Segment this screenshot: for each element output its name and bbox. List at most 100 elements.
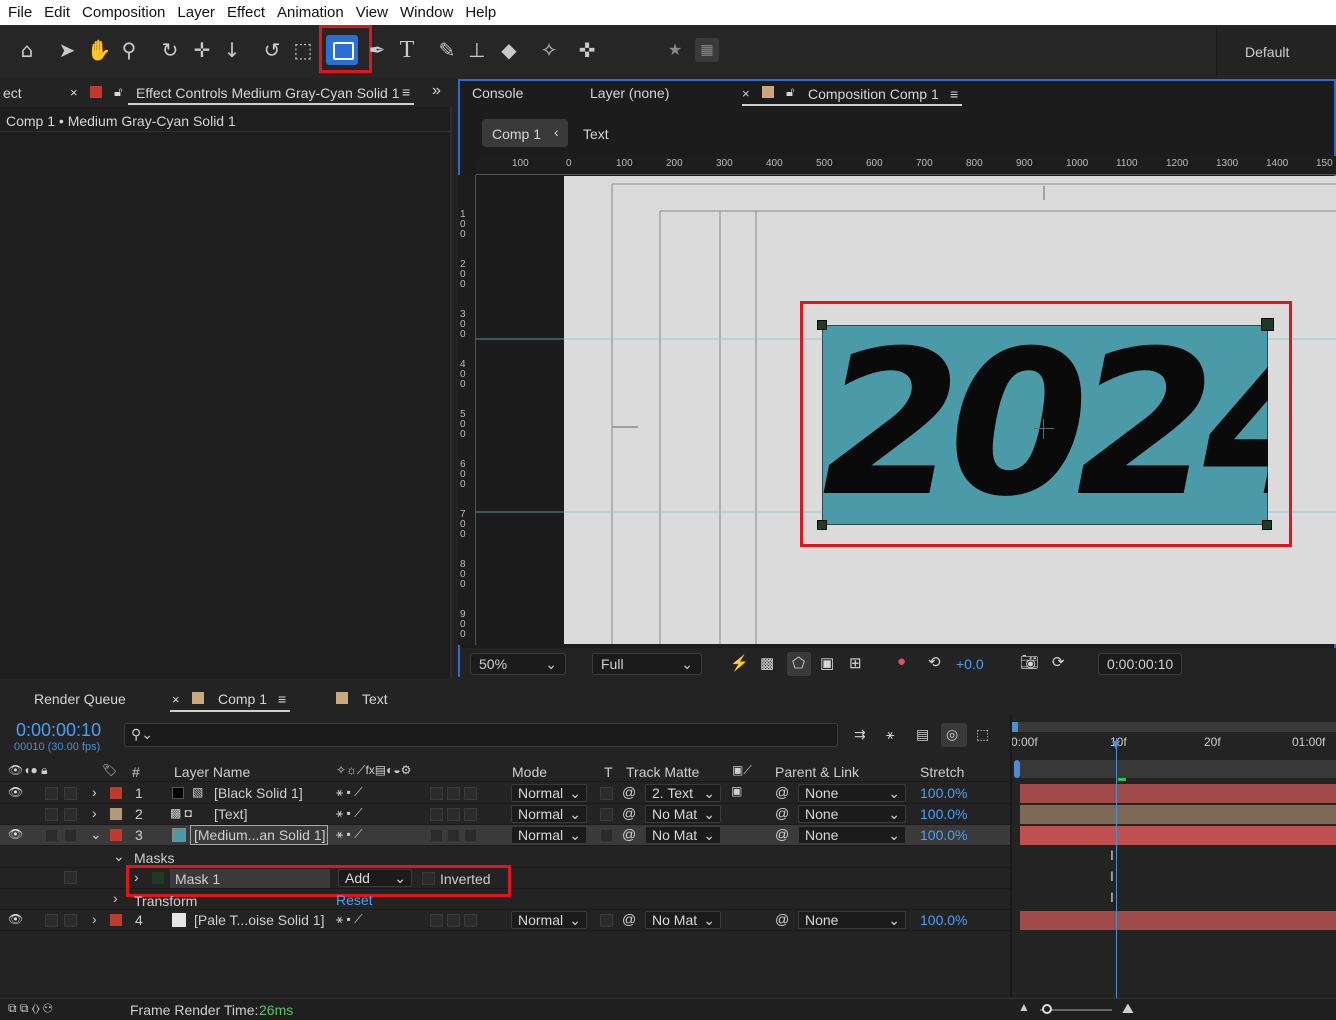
lock-toggle[interactable] <box>64 787 77 800</box>
switch-box[interactable] <box>430 787 443 800</box>
zoom-dropdown[interactable]: 50% ⌄ <box>470 653 566 675</box>
close-icon[interactable]: × <box>70 85 78 100</box>
resolution-dropdown[interactable]: Full ⌄ <box>592 653 702 675</box>
pickwhip-icon[interactable]: @ <box>622 805 636 821</box>
workspace-default[interactable]: Default <box>1245 44 1289 60</box>
menu-layer[interactable]: Layer <box>171 4 221 21</box>
eye-icon[interactable]: 👁︎ <box>8 785 23 799</box>
time-navigator[interactable] <box>1020 760 1336 778</box>
close-icon[interactable]: × <box>172 692 180 707</box>
menu-file[interactable]: File <box>2 4 38 21</box>
parent-dropdown[interactable]: None ⌄ <box>798 784 906 802</box>
expand-panels-icon[interactable]: » <box>432 82 441 100</box>
shy-layers-icon[interactable]: ⚹ <box>886 726 894 743</box>
parent-dropdown[interactable]: None ⌄ <box>798 911 906 929</box>
breadcrumb-text[interactable]: Text <box>583 126 609 142</box>
color-management-icon[interactable]: ⟲ <box>928 653 941 671</box>
layer-label-color[interactable] <box>110 829 122 841</box>
mode-dropdown[interactable]: Normal ⌄ <box>511 784 587 802</box>
lock-toggle[interactable] <box>64 808 77 821</box>
switch-box[interactable] <box>430 808 443 821</box>
lock-toggle[interactable] <box>64 829 77 842</box>
current-time[interactable]: 0:00:00:10 <box>16 720 101 741</box>
transparency-grid-icon[interactable]: ▩ <box>760 654 774 672</box>
chevron-left-icon[interactable]: ‹ <box>554 124 559 140</box>
pen-icon[interactable]: ✒ <box>364 36 390 64</box>
selection-arrow-icon[interactable]: ➤ <box>54 36 80 64</box>
snapshot-icon[interactable]: 📷︎ <box>1020 653 1039 671</box>
mode-dropdown[interactable]: Normal ⌄ <box>511 911 587 929</box>
layer-duration-bar[interactable] <box>1020 805 1336 824</box>
puppet-pin-icon[interactable]: ✜ <box>574 36 600 64</box>
hand-icon[interactable]: ✋ <box>86 36 112 64</box>
preserve-transparency-toggle[interactable] <box>600 787 613 800</box>
track-matte-dropdown[interactable]: 2. Text ⌄ <box>645 784 721 802</box>
switch-box[interactable] <box>447 787 460 800</box>
panel-menu-icon[interactable]: ≡ <box>278 691 286 707</box>
menu-edit[interactable]: Edit <box>38 4 76 21</box>
composition-mini-flowchart-icon[interactable]: ⇉ <box>854 726 866 743</box>
playhead-icon[interactable]: ▼ <box>1109 736 1123 752</box>
project-tab-partial[interactable]: ect <box>3 85 22 101</box>
clone-stamp-icon[interactable]: ⊥ <box>464 36 490 64</box>
zoom-out-icon[interactable]: ▲ <box>1018 1000 1030 1014</box>
snapping-icon[interactable]: ▦ <box>695 38 719 62</box>
tab-text[interactable]: Text <box>362 691 388 707</box>
menu-effect[interactable]: Effect <box>221 4 271 21</box>
graph-editor-icon[interactable]: ⬚ <box>976 726 989 743</box>
eye-toggle-off[interactable] <box>8 808 21 821</box>
switch-box[interactable] <box>447 914 460 927</box>
work-area-bar[interactable] <box>1012 722 1336 732</box>
shy-switch-icon[interactable]: ⚹ ▪ ⟋ <box>336 827 363 842</box>
lock-toggle[interactable] <box>64 914 77 927</box>
exposure-value[interactable]: +0.0 <box>956 656 984 672</box>
pickwhip-icon[interactable]: @ <box>622 911 636 927</box>
solo-toggle[interactable] <box>45 808 58 821</box>
track-matte-dropdown[interactable]: No Mat ⌄ <box>645 826 721 844</box>
chevron-right-icon[interactable]: › <box>92 911 97 927</box>
pan-camera-icon[interactable]: ✛ <box>189 36 215 64</box>
col-mode[interactable]: Mode <box>512 764 547 780</box>
close-icon[interactable]: × <box>742 86 750 101</box>
mode-dropdown[interactable]: Normal ⌄ <box>511 826 587 844</box>
switch-box[interactable] <box>447 829 460 842</box>
tab-render-queue[interactable]: Render Queue <box>34 691 126 707</box>
menu-composition[interactable]: Composition <box>76 4 171 21</box>
brush-icon[interactable]: ✎ <box>434 36 460 64</box>
switch-box[interactable] <box>464 808 477 821</box>
orbit-camera-icon[interactable]: ↻ <box>157 36 183 64</box>
chevron-down-icon[interactable]: ⌄ <box>90 826 102 843</box>
tab-console[interactable]: Console <box>472 85 523 101</box>
layer-name[interactable]: [Text] <box>214 806 247 822</box>
chevron-right-icon[interactable]: › <box>92 805 97 821</box>
eye-icon[interactable]: 👁︎ <box>8 912 23 926</box>
lock-toggle[interactable] <box>64 871 77 884</box>
col-stretch[interactable]: Stretch <box>920 764 964 780</box>
home-icon[interactable]: ⌂ <box>14 36 40 64</box>
type-icon[interactable]: T <box>394 36 420 64</box>
pickwhip-icon[interactable]: @ <box>622 826 636 842</box>
col-number[interactable]: # <box>132 764 140 780</box>
layer-label-color[interactable] <box>110 787 122 799</box>
stretch-value[interactable]: 100.0% <box>920 827 967 843</box>
work-area-start[interactable] <box>1012 722 1018 732</box>
switch-box[interactable] <box>464 829 477 842</box>
zoom-slider-handle[interactable] <box>1042 1004 1052 1014</box>
layer-switches-toggle-icon[interactable]: ⧉ ⧉ ⟨⟩ ⚇ <box>8 1001 53 1016</box>
parent-dropdown[interactable]: None ⌄ <box>798 826 906 844</box>
preserve-transparency-toggle[interactable] <box>600 914 613 927</box>
tab-layer[interactable]: Layer (none) <box>590 85 669 101</box>
layer-label-color[interactable] <box>110 914 122 926</box>
menu-window[interactable]: Window <box>394 4 459 21</box>
layer-duration-bar[interactable] <box>1020 784 1336 803</box>
track-matte-dropdown[interactable]: No Mat ⌄ <box>645 805 721 823</box>
parent-pickwhip-icon[interactable]: @ <box>775 784 789 800</box>
shy-switch-icon[interactable]: ⚹ ▪ ⟋ <box>336 912 363 927</box>
menu-animation[interactable]: Animation <box>271 4 350 21</box>
pan-behind-icon[interactable]: ⬚ <box>290 36 316 64</box>
search-input[interactable] <box>124 723 838 747</box>
zoom-icon[interactable]: ⚲ <box>116 36 142 64</box>
preserve-transparency-toggle[interactable] <box>600 808 613 821</box>
region-of-interest-icon[interactable]: ▣ <box>820 654 834 672</box>
switch-box[interactable] <box>430 829 443 842</box>
